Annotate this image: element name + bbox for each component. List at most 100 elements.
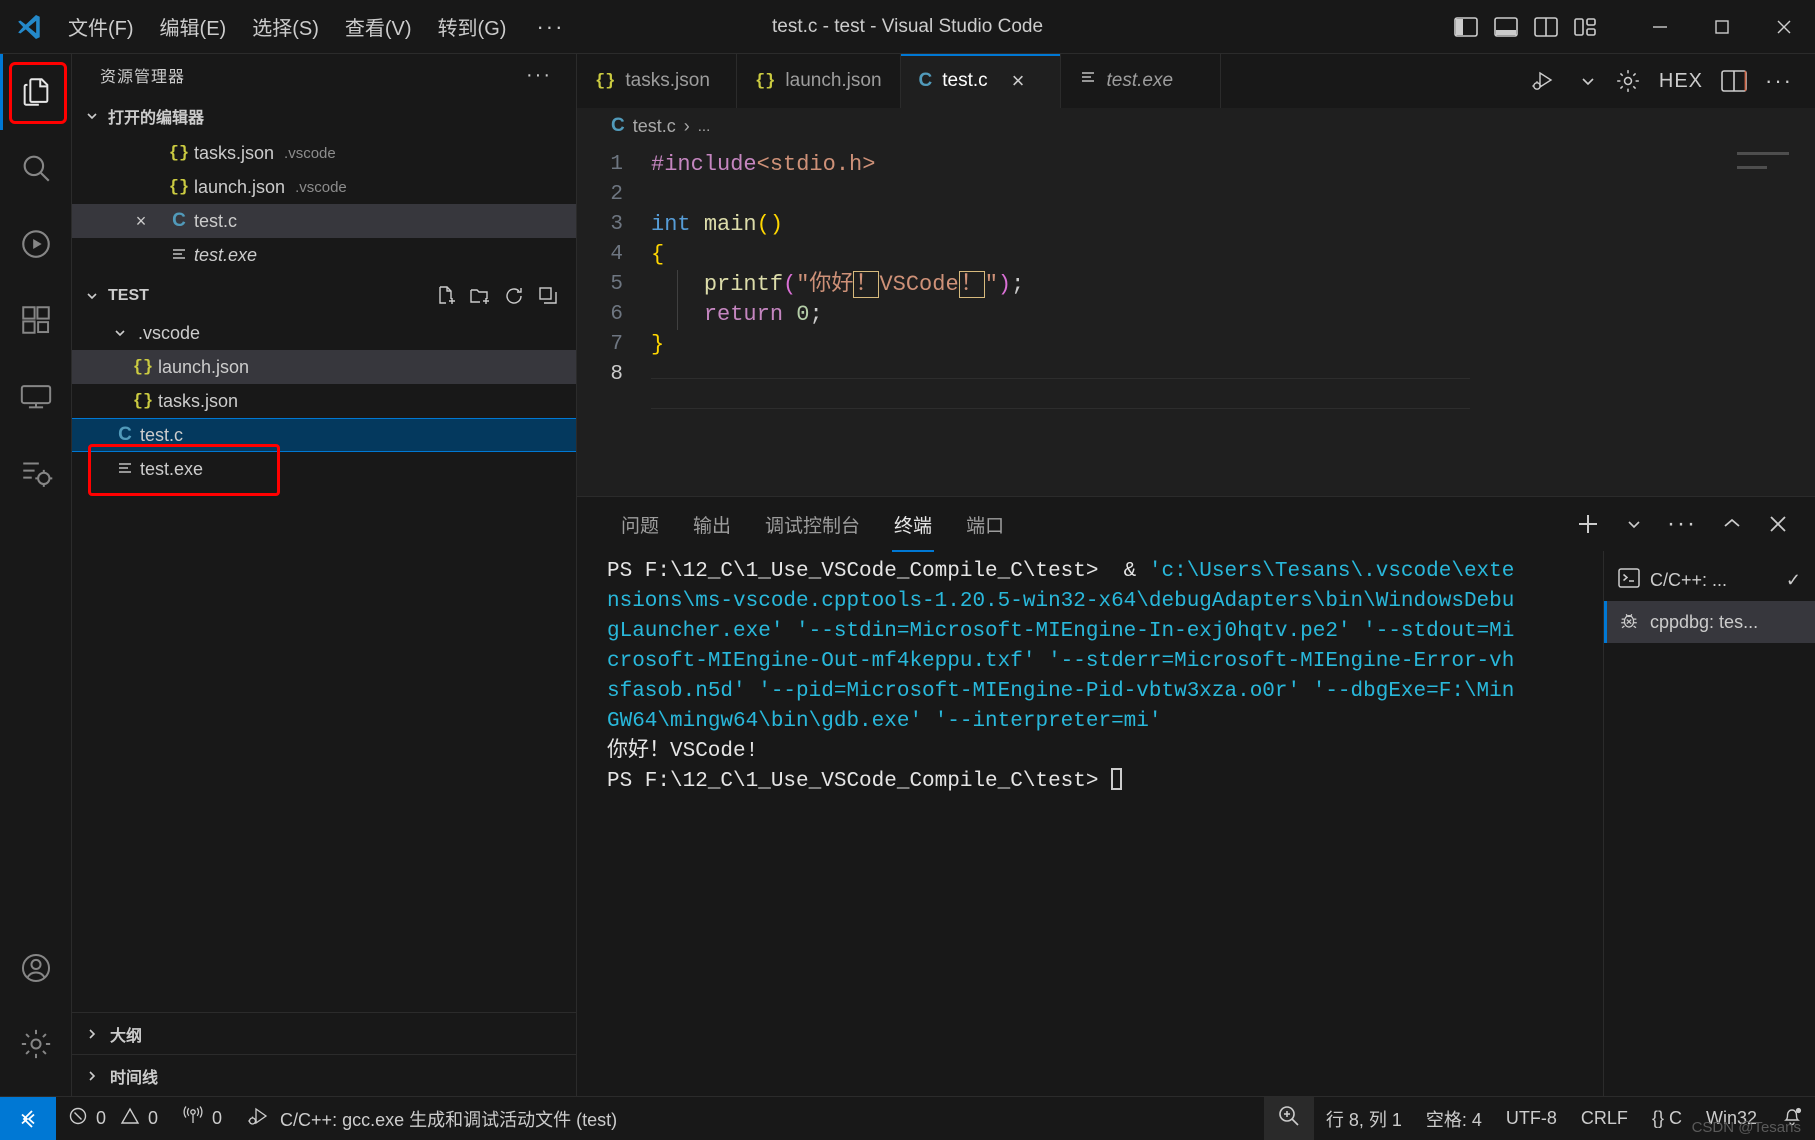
terminal-output[interactable]: PS F:\12_C\1_Use_VSCode_Compile_C\test> … <box>577 551 1603 1096</box>
token: " <box>984 272 998 297</box>
list-item[interactable]: test.exe <box>72 238 576 272</box>
section-outline[interactable]: 大纲 <box>72 1012 576 1054</box>
status-build-task[interactable]: C/C++: gcc.exe 生成和调试活动文件 (test) <box>234 1097 629 1140</box>
terminal-list-item-cppdbg[interactable]: cppdbg: tes... <box>1604 601 1815 643</box>
new-folder-icon[interactable] <box>468 284 492 308</box>
tree-item-file[interactable]: {} launch.json <box>72 350 576 384</box>
more-actions-icon[interactable]: ··· <box>1667 510 1697 538</box>
list-item[interactable]: × C test.c <box>72 204 576 238</box>
menu-view[interactable]: 查看(V) <box>333 7 424 46</box>
terminal-line: gLauncher.exe' '--stdin=Microsoft-MIEngi… <box>607 620 1515 643</box>
menu-selection[interactable]: 选择(S) <box>240 7 331 46</box>
menu-file[interactable]: 文件(F) <box>56 7 146 46</box>
gear-icon[interactable] <box>0 1006 72 1082</box>
status-eol[interactable]: CRLF <box>1569 1097 1640 1140</box>
status-language-mode[interactable]: {} C <box>1640 1097 1694 1140</box>
collapse-all-icon[interactable] <box>536 284 560 308</box>
refresh-icon[interactable] <box>502 284 526 308</box>
sidebar-item-search[interactable] <box>0 130 72 206</box>
status-indentation[interactable]: 空格: 4 <box>1414 1097 1494 1140</box>
chevron-down-icon <box>82 288 102 304</box>
status-cursor-position[interactable]: 行 8, 列 1 <box>1314 1097 1414 1140</box>
hex-editor-icon[interactable]: HEX <box>1659 70 1703 93</box>
close-editor-icon[interactable]: × <box>118 211 164 232</box>
remote-window-icon[interactable] <box>0 1097 56 1140</box>
breadcrumb-tail[interactable]: ... <box>698 118 711 135</box>
workspace-label: TEST <box>108 287 149 304</box>
token: 0 <box>796 302 810 327</box>
new-terminal-icon[interactable] <box>1575 511 1601 537</box>
split-editor-icon[interactable] <box>1721 70 1747 92</box>
tab-terminal[interactable]: 终端 <box>880 505 946 552</box>
code-line: 3 int main() <box>577 210 1815 240</box>
toggle-primary-sidebar-icon[interactable] <box>1449 10 1483 44</box>
list-item[interactable]: {} tasks.json .vscode <box>72 136 576 170</box>
run-and-debug-icon[interactable] <box>1531 68 1561 94</box>
tree-item-label: test.c <box>140 424 184 445</box>
close-panel-icon[interactable] <box>1767 513 1789 535</box>
status-encoding[interactable]: UTF-8 <box>1494 1097 1569 1140</box>
line-number: 4 <box>610 243 623 266</box>
tab-close-icon[interactable]: × <box>1012 68 1025 94</box>
line-content: } <box>651 330 664 360</box>
tree-item-folder[interactable]: .vscode <box>72 316 576 350</box>
tab-tasks-json[interactable]: {} tasks.json <box>577 54 737 108</box>
settings-gear-icon[interactable] <box>1615 68 1641 94</box>
section-open-editors-header[interactable]: 打开的编辑器 <box>72 96 576 136</box>
token: ) <box>997 272 1012 297</box>
account-icon[interactable] <box>0 930 72 1006</box>
tab-debug-console[interactable]: 调试控制台 <box>751 505 874 544</box>
chevron-right-icon <box>82 1068 102 1084</box>
maximize-panel-icon[interactable] <box>1721 513 1743 535</box>
sidebar-item-run-and-debug[interactable] <box>0 206 72 282</box>
terminal-list-item-cpp[interactable]: C/C++: ... ✓ <box>1604 559 1815 601</box>
line-content: printf("你好！VSCode！"); <box>651 270 1024 300</box>
sidebar-footer: 大纲 时间线 <box>72 1012 576 1096</box>
sidebar-more-icon[interactable]: ··· <box>526 64 566 87</box>
build-task-label: C/C++: gcc.exe 生成和调试活动文件 (test) <box>280 1109 618 1130</box>
terminal-prompt: PS F:\12_C\1_Use_VSCode_Compile_C\test> <box>607 770 1112 793</box>
new-file-icon[interactable] <box>434 284 458 308</box>
menu-more-icon[interactable]: ··· <box>520 14 580 40</box>
token: int <box>651 212 691 237</box>
tab-launch-json[interactable]: {} launch.json <box>737 54 901 108</box>
current-line-highlight <box>651 378 1470 379</box>
sidebar-item-testing[interactable] <box>0 434 72 510</box>
close-icon[interactable] <box>1753 0 1815 53</box>
chevron-down-icon[interactable] <box>1625 515 1643 533</box>
section-timeline[interactable]: 时间线 <box>72 1054 576 1096</box>
more-actions-icon[interactable]: ··· <box>1765 68 1793 94</box>
breadcrumb-file[interactable]: test.c <box>633 116 676 137</box>
minimize-icon[interactable] <box>1629 0 1691 53</box>
token: printf <box>703 272 784 297</box>
customize-layout-icon[interactable] <box>1569 10 1603 44</box>
menu-edit[interactable]: 编辑(E) <box>148 7 239 46</box>
menu-go[interactable]: 转到(G) <box>426 7 519 46</box>
status-problems[interactable]: 0 0 <box>56 1097 170 1140</box>
code-line: 5 printf("你好！VSCode！"); <box>577 270 1815 300</box>
tree-item-file[interactable]: {} tasks.json <box>72 384 576 418</box>
minimap[interactable] <box>1737 152 1797 173</box>
activity-bar <box>0 54 72 1096</box>
maximize-icon[interactable] <box>1691 0 1753 53</box>
code-editor[interactable]: 1 #include<stdio.h> 2 3 int main() 4 {5… <box>577 144 1815 496</box>
chevron-down-icon[interactable] <box>1579 72 1597 90</box>
tab-ports[interactable]: 端口 <box>952 505 1018 544</box>
tab-test-exe[interactable]: test.exe <box>1060 54 1221 108</box>
sidebar-item-remote-explorer[interactable] <box>0 358 72 434</box>
tab-test-c[interactable]: C test.c × <box>900 54 1061 108</box>
status-ports[interactable]: 0 <box>170 1097 234 1140</box>
sidebar-item-explorer[interactable] <box>0 54 72 130</box>
toggle-secondary-sidebar-icon[interactable] <box>1529 10 1563 44</box>
fullwidth-char-warning[interactable]: ！ <box>853 271 880 298</box>
toggle-panel-icon[interactable] <box>1489 10 1523 44</box>
tab-problems[interactable]: 问题 <box>607 505 673 544</box>
tab-output[interactable]: 输出 <box>679 505 745 544</box>
tree-item-file[interactable]: test.exe <box>72 452 576 486</box>
fullwidth-char-warning[interactable]: ！ <box>958 271 985 298</box>
section-workspace-header[interactable]: TEST <box>72 276 576 316</box>
status-zoom-indicator[interactable] <box>1263 1097 1314 1140</box>
sidebar-item-extensions[interactable] <box>0 282 72 358</box>
list-item[interactable]: {} launch.json .vscode <box>72 170 576 204</box>
tree-item-file[interactable]: C test.c <box>72 418 576 452</box>
